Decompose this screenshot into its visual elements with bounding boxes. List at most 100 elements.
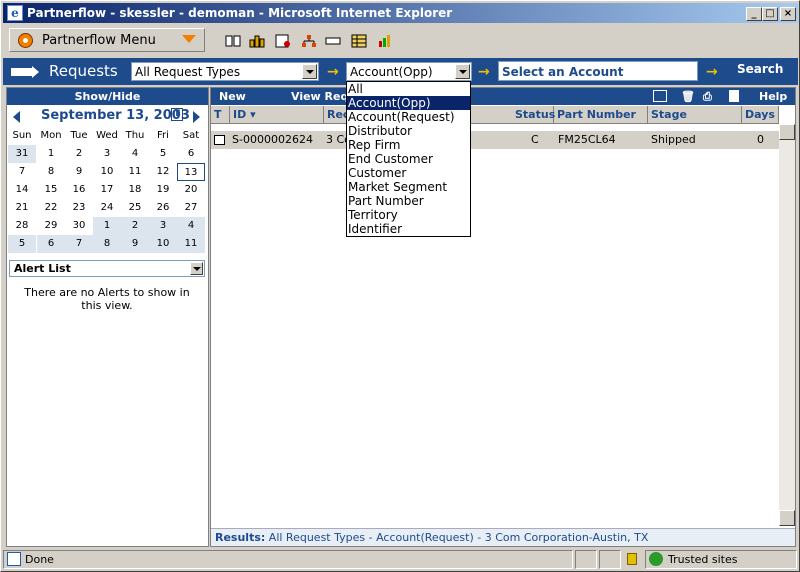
calendar-day[interactable]: 23 xyxy=(65,199,93,217)
calendar-day[interactable]: 3 xyxy=(149,217,177,235)
dropdown-option[interactable]: Market Segment xyxy=(347,180,470,194)
maximize-button[interactable]: □ xyxy=(762,7,778,21)
dropdown-option[interactable]: Distributor xyxy=(347,124,470,138)
calendar-day[interactable]: 9 xyxy=(121,235,149,253)
calendar-day[interactable]: 10 xyxy=(93,163,121,181)
calendar-day[interactable]: 18 xyxy=(121,181,149,199)
calendar-day[interactable]: 27 xyxy=(177,199,205,217)
calendar-day[interactable]: 29 xyxy=(37,217,65,235)
calendar-day[interactable]: 7 xyxy=(8,163,36,181)
calendar-day[interactable]: 21 xyxy=(8,199,36,217)
col-type[interactable]: T xyxy=(211,106,230,124)
calendar-day[interactable]: 5 xyxy=(8,235,36,253)
filter-field-select[interactable]: Account(Opp) xyxy=(346,62,472,81)
calendar-day[interactable]: 11 xyxy=(177,235,205,253)
dropdown-option[interactable]: Territory xyxy=(347,208,470,222)
help-button[interactable]: Help xyxy=(759,90,787,103)
book-icon[interactable] xyxy=(225,34,241,48)
show-hide-button[interactable]: Show/Hide xyxy=(7,88,208,105)
calendar-day[interactable]: 26 xyxy=(149,199,177,217)
scroll-down-button[interactable] xyxy=(779,510,795,526)
calendar-clock-icon[interactable] xyxy=(275,34,291,48)
alert-list-select[interactable]: Alert List xyxy=(9,260,205,277)
calendar-day[interactable]: 4 xyxy=(121,145,149,163)
calendar-day[interactable]: 25 xyxy=(121,199,149,217)
account-input[interactable]: Select an Account xyxy=(498,61,698,81)
calendar-day[interactable]: 6 xyxy=(177,145,205,163)
calendar-day[interactable]: 3 xyxy=(93,145,121,163)
dropdown-option[interactable]: Account(Opp) xyxy=(347,96,470,110)
calendar-day[interactable]: 8 xyxy=(93,235,121,253)
dropdown-option[interactable]: Rep Firm xyxy=(347,138,470,152)
trash-icon[interactable]: 🗑 xyxy=(681,90,695,103)
calendar-day[interactable]: 10 xyxy=(149,235,177,253)
check-icon xyxy=(649,552,663,566)
arrow-right-icon: → xyxy=(706,64,718,80)
close-button[interactable]: × xyxy=(780,7,796,21)
prev-month-icon[interactable] xyxy=(13,111,20,123)
col-days[interactable]: Days xyxy=(742,106,779,124)
calendar-day[interactable]: 14 xyxy=(8,181,36,199)
calendar-day[interactable]: 12 xyxy=(149,163,177,181)
calendar-day[interactable]: 6 xyxy=(37,235,65,253)
row-status: C xyxy=(531,133,539,146)
dropdown-option[interactable]: All xyxy=(347,82,470,96)
calendar-day[interactable]: 4 xyxy=(177,217,205,235)
dropdown-option[interactable]: Part Number xyxy=(347,194,470,208)
chevron-down-icon xyxy=(190,262,203,275)
search-button[interactable]: Search xyxy=(737,62,783,76)
col-status[interactable]: Status xyxy=(512,106,555,124)
calendar-day[interactable]: 19 xyxy=(149,181,177,199)
dropdown-option[interactable]: Account(Request) xyxy=(347,110,470,124)
weekday-label: Fri xyxy=(157,130,169,141)
col-part-number[interactable]: Part Number xyxy=(554,106,648,124)
col-stage[interactable]: Stage xyxy=(648,106,742,124)
scroll-up-button[interactable] xyxy=(779,124,795,140)
calendar-day[interactable]: 9 xyxy=(65,163,93,181)
calendar-day[interactable]: 13 xyxy=(177,163,205,181)
calendar-day[interactable]: 1 xyxy=(93,217,121,235)
page-icon xyxy=(7,552,21,566)
col-id[interactable]: ID ▾ xyxy=(230,106,324,124)
partnerflow-menu-button[interactable]: Partnerflow Menu xyxy=(9,28,205,52)
next-month-icon[interactable] xyxy=(193,111,200,123)
calendar-day[interactable]: 28 xyxy=(8,217,36,235)
new-button[interactable]: New xyxy=(219,90,246,103)
table-row[interactable]: S-0000002624 3 Co C FM25CL64 Shipped 0 xyxy=(211,131,779,149)
calendar-day[interactable]: 11 xyxy=(121,163,149,181)
calendar-day[interactable]: 24 xyxy=(93,199,121,217)
calendar-day[interactable]: 1 xyxy=(37,145,65,163)
refresh-icon[interactable] xyxy=(729,90,739,102)
today-button[interactable]: T xyxy=(171,108,183,121)
calendar-day[interactable]: 17 xyxy=(93,181,121,199)
dropdown-option[interactable]: End Customer xyxy=(347,152,470,166)
calendar-day[interactable]: 15 xyxy=(37,181,65,199)
calendar-day[interactable]: 2 xyxy=(121,217,149,235)
request-type-select[interactable]: All Request Types xyxy=(131,62,319,81)
org-chart-icon[interactable] xyxy=(249,34,265,48)
hierarchy-icon[interactable] xyxy=(301,34,317,48)
requests-icon[interactable] xyxy=(325,34,341,48)
table-icon[interactable] xyxy=(351,34,367,48)
row-id[interactable]: S-0000002624 xyxy=(232,131,313,149)
calendar-day[interactable]: 30 xyxy=(65,217,93,235)
calendar-day[interactable]: 8 xyxy=(37,163,65,181)
monitor-icon[interactable] xyxy=(653,90,667,102)
dropdown-option[interactable]: Identifier xyxy=(347,222,470,236)
main-toolbar: New View Requ 🗑 ⎙ Help xyxy=(211,88,795,105)
vertical-scrollbar[interactable] xyxy=(779,124,795,526)
request-arrow-icon xyxy=(11,66,39,78)
calendar-day[interactable]: 2 xyxy=(65,145,93,163)
calendar-day[interactable]: 20 xyxy=(177,181,205,199)
calendar-day[interactable]: 7 xyxy=(65,235,93,253)
calendar-day[interactable]: 22 xyxy=(37,199,65,217)
calendar-day[interactable]: 16 xyxy=(65,181,93,199)
bar-chart-icon[interactable] xyxy=(377,34,393,48)
status-pane-3 xyxy=(599,550,621,569)
calendar-day[interactable]: 31 xyxy=(8,145,36,163)
calendar-day[interactable]: 5 xyxy=(149,145,177,163)
minimize-button[interactable]: _ xyxy=(746,7,762,21)
dropdown-option[interactable]: Customer xyxy=(347,166,470,180)
col-request[interactable]: Rec xyxy=(324,106,349,124)
print-icon[interactable]: ⎙ xyxy=(703,90,712,104)
